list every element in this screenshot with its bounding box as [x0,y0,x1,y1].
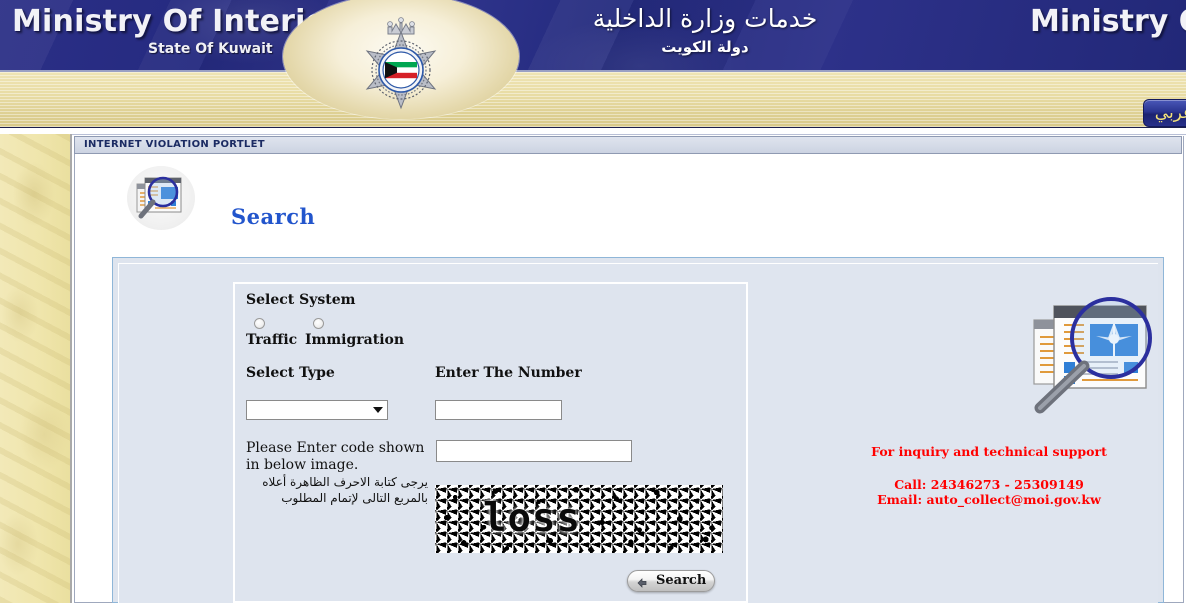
support-email: Email: auto_collect@moi.gov.kw [877,492,1101,507]
portlet-title-bar: INTERNET VIOLATION PORTLET [74,136,1182,154]
search-heading-icon [127,166,195,230]
search-button-label: Search [656,573,707,588]
select-type-dropdown[interactable] [246,400,388,420]
captcha-input[interactable] [436,440,632,462]
language-toggle-arabic-button[interactable]: عربي [1143,99,1186,127]
radio-label-immigration[interactable]: Immigration [305,332,404,348]
support-info: For inquiry and technical support Call: … [860,444,1118,507]
left-decorative-sidebar [0,134,72,603]
captcha-image: loss [435,485,723,553]
radio-label-traffic[interactable]: Traffic [246,332,297,348]
page-root: Ministry Of Interior State Of Kuwait خدم… [0,0,1186,603]
magnifier-documents-image [1016,292,1166,420]
search-button[interactable]: Search [627,570,715,592]
header-gold-band [0,70,1186,130]
captcha-instruction-arabic: يرجى كتابة الاحرف الظاهرة أعلاه بالمربع … [262,475,428,505]
select-system-label: Select System [246,292,356,308]
select-type-label: Select Type [246,365,335,381]
radio-system-immigration[interactable] [313,318,324,329]
header-subtitle-english: State Of Kuwait [148,41,273,57]
portlet-title-label: INTERNET VIOLATION PORTLET [84,139,265,150]
chevron-down-icon [373,407,383,413]
header-separator [0,128,1186,135]
header-title-arabic: خدمات وزارة الداخلية [592,4,818,33]
header-title-english-right: Ministry Of [1030,4,1186,39]
number-input[interactable] [435,400,562,420]
arrow-left-icon [636,576,648,588]
site-header: Ministry Of Interior State Of Kuwait خدم… [0,0,1186,70]
radio-system-traffic[interactable] [254,318,265,329]
captcha-instruction-english: Please Enter code shown in below image. [246,440,425,473]
page-title: Search [231,204,316,229]
support-heading: For inquiry and technical support [871,444,1107,459]
header-subtitle-arabic: دولة الكويت [661,38,749,56]
enter-number-label: Enter The Number [435,365,582,381]
moi-kuwait-emblem-icon [355,14,447,112]
captcha-code-text: loss [483,496,581,541]
support-phone: Call: 24346273 - 25309149 [894,477,1084,492]
